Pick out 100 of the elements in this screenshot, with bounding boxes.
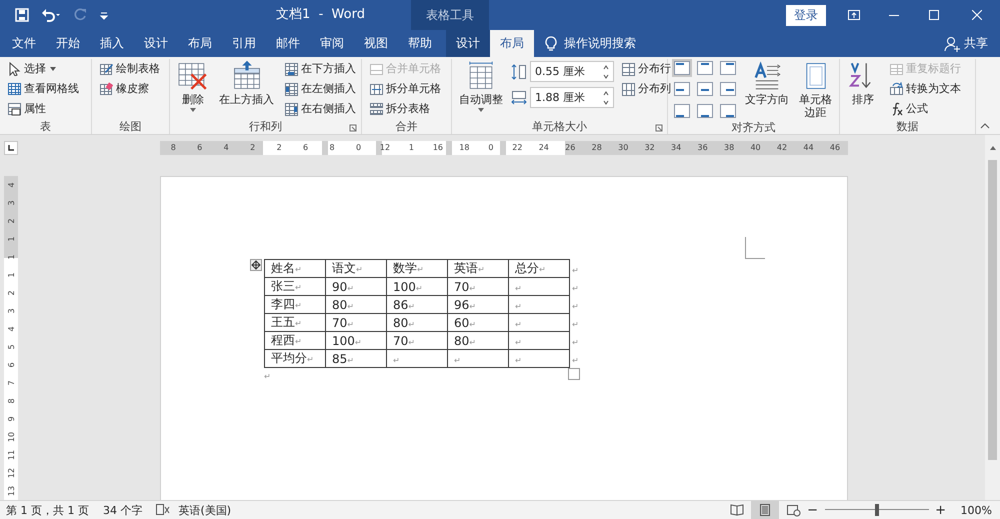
ribbon-tab[interactable]: 布局	[178, 30, 222, 57]
ruler-number: 4	[6, 325, 16, 334]
ribbon-button[interactable]: 转换为文本	[886, 79, 964, 98]
table-resize-handle[interactable]	[568, 368, 580, 380]
align-button[interactable]	[672, 102, 692, 120]
ribbon-tab[interactable]: 帮助	[398, 30, 442, 57]
save-button[interactable]	[14, 7, 30, 23]
zoom-level[interactable]: 100%	[960, 504, 1000, 516]
convert-to-text-icon	[889, 82, 903, 96]
align-button[interactable]	[672, 80, 692, 98]
ribbon-button[interactable]: 选择	[4, 59, 82, 78]
ribbon-button[interactable]: 在左侧插入	[281, 79, 359, 98]
group-label: 对齐方式	[732, 120, 776, 135]
align-button[interactable]	[695, 59, 715, 77]
ruler-number: 9	[6, 415, 16, 424]
scroll-thumb[interactable]	[988, 160, 997, 460]
paragraph-mark: ↵	[295, 319, 302, 328]
paragraph-mark: ↵	[307, 355, 314, 364]
ribbon-display-icon	[846, 7, 862, 23]
language-indicator[interactable]: 英语(美国)	[178, 502, 232, 518]
group-label: 表	[40, 119, 51, 134]
ruler-number: 4	[6, 181, 16, 190]
dialog-launcher-icon[interactable]	[349, 124, 357, 132]
ruler-number: 30	[617, 142, 630, 154]
dialog-launcher-icon[interactable]	[655, 124, 663, 132]
close-icon	[972, 10, 982, 20]
ribbon-tab[interactable]: 审阅	[310, 30, 354, 57]
table-move-handle-icon[interactable]	[250, 259, 262, 271]
ribbon-button[interactable]: 文字方向	[742, 59, 792, 117]
align-button[interactable]	[718, 59, 738, 77]
delete-table-icon	[177, 60, 209, 92]
ribbon-button[interactable]: 拆分单元格	[366, 79, 444, 98]
view-button[interactable]	[750, 501, 779, 519]
paragraph-mark: ↵	[469, 302, 476, 310]
ribbon-tab[interactable]: 引用	[222, 30, 266, 57]
scroll-up-button[interactable]	[985, 135, 1000, 160]
zoom-in-button[interactable]: +	[934, 502, 947, 518]
person-icon	[944, 36, 960, 52]
ribbon-tab[interactable]: 布局	[490, 30, 534, 57]
ruler-number: 8	[328, 142, 336, 154]
tell-me-search[interactable]: 操作说明搜索	[544, 30, 636, 57]
cell-text: 数学	[393, 261, 417, 275]
align-button[interactable]	[672, 59, 692, 77]
align-button[interactable]	[718, 80, 738, 98]
alignment-icon	[719, 102, 737, 119]
collapse-ribbon-icon[interactable]	[980, 122, 990, 130]
undo-button[interactable]	[40, 7, 62, 23]
align-button[interactable]	[695, 102, 715, 120]
ribbon-tab[interactable]: 邮件	[266, 30, 310, 57]
group-label: 数据	[896, 119, 918, 134]
ribbon-button[interactable]: 拆分表格	[366, 99, 444, 118]
ribbon-tab[interactable]: 插入	[90, 30, 134, 57]
ribbon-button[interactable]: 在右侧插入	[281, 99, 359, 118]
paragraph-mark: ↵	[408, 338, 415, 346]
ribbon-button[interactable]: 橡皮擦	[96, 79, 163, 98]
ribbon-button[interactable]: 删除	[174, 59, 212, 117]
cell-text: 80	[454, 334, 470, 348]
ribbon-tab[interactable]: 视图	[354, 30, 398, 57]
cell-text: 姓名	[271, 261, 295, 275]
spin-arrows-icon	[603, 90, 609, 104]
align-button[interactable]	[695, 80, 715, 98]
share-button[interactable]: 共享	[944, 30, 1000, 57]
ribbon-tab[interactable]: 文件	[2, 30, 46, 57]
ribbon-button[interactable]: 公式	[886, 99, 964, 118]
ruler-number: 13	[6, 484, 16, 498]
zoom-out-button[interactable]: −	[806, 502, 819, 518]
proofing-icon[interactable]	[156, 504, 170, 516]
ribbon-button[interactable]: 属性	[4, 99, 82, 118]
ribbon-button[interactable]: 绘制表格	[96, 59, 163, 78]
tab-selector[interactable]	[4, 140, 18, 154]
ribbon-button[interactable]: 单元格 边距	[796, 59, 835, 120]
ribbon-tab[interactable]: 开始	[46, 30, 90, 57]
margin-corner-mark	[745, 237, 765, 259]
ribbon-tab[interactable]: 设计	[134, 30, 178, 57]
ribbon-button[interactable]: 在下方插入	[281, 59, 359, 78]
eraser-table-icon	[99, 82, 113, 96]
ruler-number: 2	[6, 289, 16, 298]
paragraph-mark: ↵	[264, 372, 271, 381]
cell-text: 英语	[454, 261, 478, 275]
ribbon-button[interactable]: 在上方插入	[216, 59, 277, 117]
word-count[interactable]: 34 个字	[102, 502, 142, 518]
vertical-scrollbar[interactable]	[985, 160, 1000, 500]
ruler-number: 6	[6, 361, 16, 370]
page-count[interactable]: 第 1 页，共 1 页	[6, 502, 89, 518]
sign-in-button[interactable]: 登录	[786, 4, 826, 26]
ribbon-button[interactable]: 排序	[844, 59, 882, 117]
group-label: 单元格大小	[532, 119, 587, 134]
paragraph-mark: ↵	[478, 265, 485, 274]
insert-left-icon	[284, 82, 298, 96]
ribbon-tab[interactable]: 设计	[446, 30, 490, 57]
spin-field[interactable]: 0.55 厘米	[530, 61, 614, 82]
ribbon-button[interactable]: 自动调整	[456, 59, 506, 117]
left-tab-icon	[7, 144, 15, 152]
ribbon-button[interactable]: 查看网格线	[4, 79, 82, 98]
align-button[interactable]	[718, 102, 738, 120]
cell-text: 100	[393, 280, 416, 294]
distribute-rows-icon	[621, 62, 635, 76]
ruler-number: 2	[276, 142, 283, 154]
spin-field[interactable]: 1.88 厘米	[530, 87, 614, 108]
ribbon-button[interactable]: 分布列	[618, 79, 674, 98]
